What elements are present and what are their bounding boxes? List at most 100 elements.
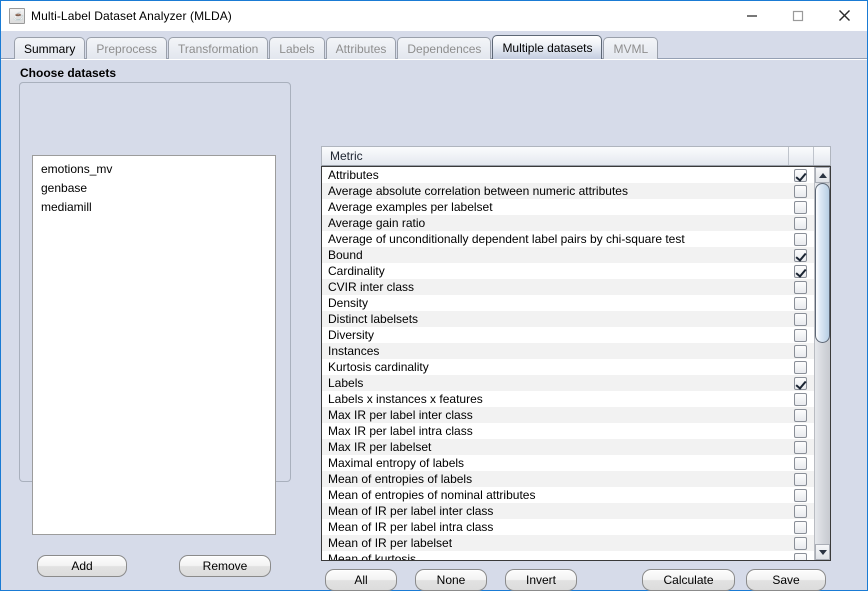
metric-checkbox-cell[interactable] [787,472,814,486]
save-button[interactable]: Save [746,569,826,591]
calculate-button[interactable]: Calculate [642,569,735,591]
tab-labels[interactable]: Labels [269,37,325,59]
checkbox-unchecked-icon[interactable] [794,312,807,326]
table-row[interactable]: Max IR per labelset [322,439,814,455]
metric-checkbox-cell[interactable] [787,536,814,550]
metric-checkbox-cell[interactable] [787,424,814,438]
checkbox-unchecked-icon[interactable] [794,456,807,470]
tab-summary[interactable]: Summary [14,37,86,59]
checkbox-unchecked-icon[interactable] [794,536,807,550]
table-row[interactable]: Max IR per label intra class [322,423,814,439]
maximize-button[interactable] [775,1,821,30]
checkbox-unchecked-icon[interactable] [794,184,807,198]
table-row[interactable]: Attributes [322,167,814,183]
tab-dependences[interactable]: Dependences [397,37,492,59]
select-all-button[interactable]: All [325,569,397,591]
close-button[interactable] [821,1,867,30]
checkbox-unchecked-icon[interactable] [794,552,807,560]
metric-checkbox-cell[interactable] [787,264,814,278]
checkbox-checked-icon[interactable] [794,264,807,278]
checkbox-unchecked-icon[interactable] [794,424,807,438]
metric-checkbox-cell[interactable] [787,328,814,342]
metric-checkbox-cell[interactable] [787,344,814,358]
scrollbar-track[interactable] [815,183,830,544]
table-row[interactable]: Mean of kurtosis [322,551,814,560]
tab-attributes[interactable]: Attributes [325,37,397,59]
checkbox-unchecked-icon[interactable] [794,216,807,230]
table-row[interactable]: Average gain ratio [322,215,814,231]
minimize-button[interactable] [729,1,775,30]
add-button[interactable]: Add [37,555,127,577]
metric-checkbox-cell[interactable] [787,504,814,518]
table-row[interactable]: Max IR per label inter class [322,407,814,423]
column-header-metric[interactable]: Metric [322,147,789,165]
table-row[interactable]: Mean of entropies of nominal attributes [322,487,814,503]
metric-checkbox-cell[interactable] [787,456,814,470]
metric-checkbox-cell[interactable] [787,216,814,230]
metric-checkbox-cell[interactable] [787,376,814,390]
table-row[interactable]: Instances [322,343,814,359]
metric-checkbox-cell[interactable] [787,184,814,198]
checkbox-unchecked-icon[interactable] [794,440,807,454]
tab-transformation[interactable]: Transformation [168,37,269,59]
checkbox-unchecked-icon[interactable] [794,472,807,486]
metric-checkbox-cell[interactable] [787,360,814,374]
list-item[interactable]: genbase [33,179,275,198]
checkbox-unchecked-icon[interactable] [794,520,807,534]
checkbox-unchecked-icon[interactable] [794,344,807,358]
metric-checkbox-cell[interactable] [787,280,814,294]
metric-checkbox-cell[interactable] [787,392,814,406]
table-row[interactable]: Bound [322,247,814,263]
list-item[interactable]: mediamill [33,198,275,217]
metric-checkbox-cell[interactable] [787,520,814,534]
table-row[interactable]: Mean of IR per label inter class [322,503,814,519]
table-row[interactable]: Average of unconditionally dependent lab… [322,231,814,247]
metric-checkbox-cell[interactable] [787,408,814,422]
metric-table-scrollbar[interactable] [814,167,830,560]
metric-checkbox-cell[interactable] [787,248,814,262]
table-row[interactable]: Maximal entropy of labels [322,455,814,471]
metric-checkbox-cell[interactable] [787,296,814,310]
table-row[interactable]: Labels [322,375,814,391]
metric-checkbox-cell[interactable] [787,312,814,326]
tab-mvml[interactable]: MVML [603,37,659,59]
table-row[interactable]: Average examples per labelset [322,199,814,215]
checkbox-unchecked-icon[interactable] [794,408,807,422]
select-none-button[interactable]: None [415,569,487,591]
list-item[interactable]: emotions_mv [33,160,275,179]
table-row[interactable]: CVIR inter class [322,279,814,295]
metric-checkbox-cell[interactable] [787,200,814,214]
table-row[interactable]: Cardinality [322,263,814,279]
checkbox-unchecked-icon[interactable] [794,488,807,502]
metric-checkbox-cell[interactable] [787,488,814,502]
checkbox-unchecked-icon[interactable] [794,504,807,518]
checkbox-unchecked-icon[interactable] [794,280,807,294]
table-row[interactable]: Average absolute correlation between num… [322,183,814,199]
dataset-list[interactable]: emotions_mv genbase mediamill [32,155,276,535]
scroll-up-icon[interactable] [815,167,830,183]
checkbox-unchecked-icon[interactable] [794,232,807,246]
checkbox-unchecked-icon[interactable] [794,392,807,406]
checkbox-unchecked-icon[interactable] [794,360,807,374]
scroll-down-icon[interactable] [815,544,830,560]
metric-checkbox-cell[interactable] [787,168,814,182]
checkbox-checked-icon[interactable] [794,376,807,390]
tab-preprocess[interactable]: Preprocess [86,37,168,59]
checkbox-unchecked-icon[interactable] [794,296,807,310]
column-header-checkbox[interactable] [789,147,814,165]
invert-selection-button[interactable]: Invert [505,569,577,591]
metric-checkbox-cell[interactable] [787,440,814,454]
table-row[interactable]: Kurtosis cardinality [322,359,814,375]
table-row[interactable]: Density [322,295,814,311]
checkbox-checked-icon[interactable] [794,168,807,182]
table-row[interactable]: Mean of IR per label intra class [322,519,814,535]
table-row[interactable]: Mean of entropies of labels [322,471,814,487]
table-row[interactable]: Distinct labelsets [322,311,814,327]
metric-checkbox-cell[interactable] [787,552,814,560]
metric-checkbox-cell[interactable] [787,232,814,246]
table-row[interactable]: Labels x instances x features [322,391,814,407]
checkbox-checked-icon[interactable] [794,248,807,262]
scrollbar-thumb[interactable] [815,183,830,343]
tab-multiple-datasets[interactable]: Multiple datasets [492,35,603,59]
checkbox-unchecked-icon[interactable] [794,200,807,214]
